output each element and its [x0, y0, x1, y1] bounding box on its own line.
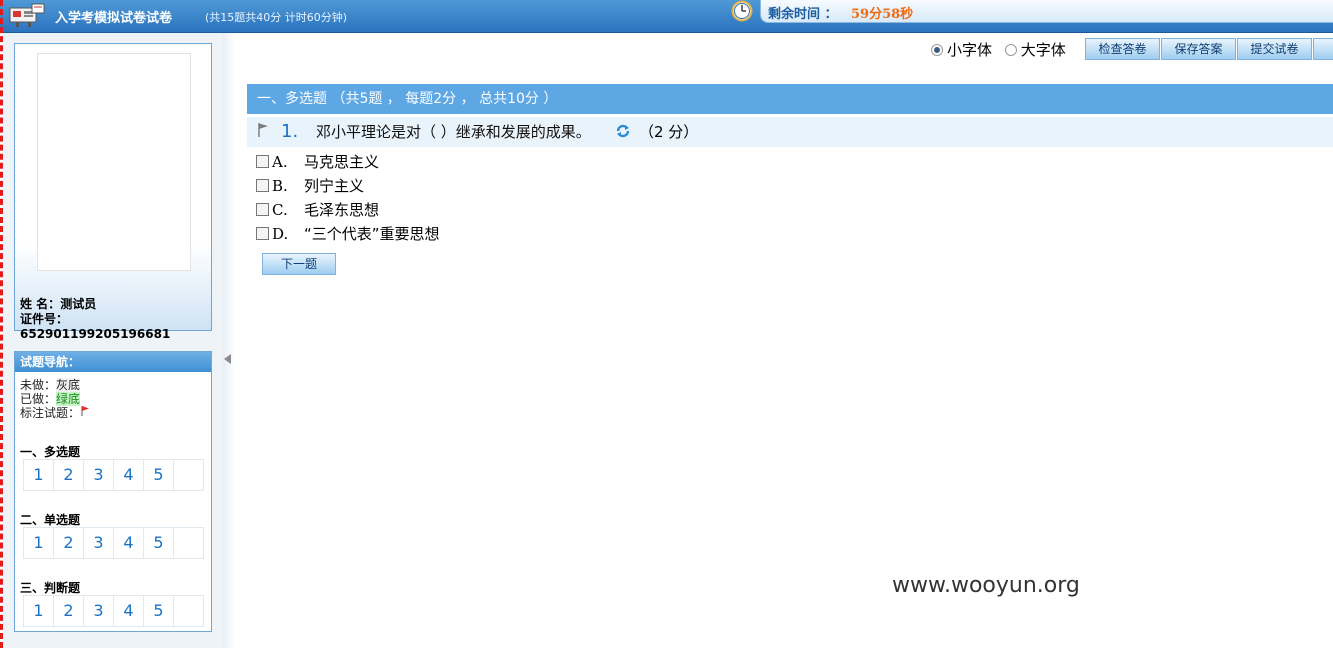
option-text: 马克思主义 — [304, 153, 380, 171]
small-font-radio[interactable] — [931, 43, 943, 56]
nav-question-2[interactable]: 2 — [53, 595, 84, 627]
candidate-id: 652901199205196681 — [20, 327, 171, 341]
watermark: www.wooyun.org — [892, 573, 1080, 598]
check-answers-button[interactable]: 检查答卷 — [1085, 38, 1160, 60]
timer-value: 59分58秒 — [851, 7, 914, 22]
option-key: A. — [272, 153, 288, 171]
nav-section-title: 一、多选题 — [20, 445, 81, 459]
navigator-legend: 未做：灰底 已做：绿底 标注试题： — [20, 378, 90, 420]
nav-question-1[interactable]: 1 — [23, 459, 54, 491]
question-score: （2 分） — [639, 123, 699, 141]
nav-grid-single: 1 2 3 4 5 — [23, 527, 204, 559]
candidate-card: 姓 名：测试员 证件号：652901199205196681 — [14, 43, 212, 341]
legend-done-value: 绿底 — [56, 392, 81, 406]
question-text: 邓小平理论是对（ ）继承和发展的成果。 — [316, 123, 591, 141]
sidebar-splitter[interactable] — [223, 33, 235, 648]
nav-empty-cell — [173, 459, 204, 491]
candidate-id-label: 证件号： — [20, 312, 69, 326]
nav-question-4[interactable]: 4 — [113, 595, 144, 627]
legend-flag-label: 标注试题： — [20, 406, 81, 420]
nav-grid-judge: 1 2 3 4 5 — [23, 595, 204, 627]
option-b[interactable]: B. 列宁主义 — [256, 176, 364, 196]
legend-done-label: 已做： — [20, 392, 57, 406]
app-header: 入学考模拟试卷试卷 (共15题共40分 计时60分钟) 剩余时间 ： 59分58… — [0, 0, 1333, 33]
small-font-label: 小字体 — [947, 41, 993, 59]
font-size-options: 小字体 大字体 — [931, 39, 1074, 61]
option-d[interactable]: D. “三个代表”重要思想 — [256, 224, 440, 244]
nav-grid-multi: 1 2 3 4 5 — [23, 459, 204, 491]
submit-exam-button[interactable]: 提交试卷 — [1237, 38, 1312, 60]
left-edge-marker — [0, 0, 3, 648]
option-key: B. — [272, 177, 288, 195]
legend-undone-label: 未做： — [20, 378, 57, 392]
nav-question-2[interactable]: 2 — [53, 527, 84, 559]
question-number: 1. — [281, 121, 299, 142]
nav-question-5[interactable]: 5 — [143, 595, 174, 627]
option-text: 毛泽东思想 — [304, 201, 380, 219]
large-font-label: 大字体 — [1020, 41, 1066, 59]
option-d-checkbox[interactable] — [256, 227, 269, 240]
navigator-title: 试题导航： — [15, 352, 211, 372]
nav-question-4[interactable]: 4 — [113, 527, 144, 559]
nav-question-5[interactable]: 5 — [143, 527, 174, 559]
exam-title: 入学考模拟试卷试卷 — [55, 11, 173, 26]
candidate-id-row: 证件号：652901199205196681 — [20, 310, 211, 341]
save-answers-button[interactable]: 保存答案 — [1161, 38, 1236, 60]
refresh-icon[interactable] — [615, 123, 631, 139]
small-font-option[interactable]: 小字体 — [931, 41, 992, 59]
nav-question-3[interactable]: 3 — [83, 459, 114, 491]
nav-empty-cell — [173, 527, 204, 559]
more-button[interactable] — [1313, 38, 1333, 60]
candidate-photo — [37, 53, 191, 271]
timer-label: 剩余时间 ： — [768, 7, 838, 22]
candidate-name: 测试员 — [60, 297, 97, 311]
candidate-name-label: 姓 名： — [20, 297, 61, 311]
sidebar: 姓 名：测试员 证件号：652901199205196681 试题导航： 未做：… — [3, 33, 223, 648]
legend-undone-value: 灰底 — [56, 378, 81, 392]
option-b-checkbox[interactable] — [256, 179, 269, 192]
option-text: 列宁主义 — [304, 177, 365, 195]
flag-question-icon[interactable] — [257, 123, 269, 137]
nav-question-1[interactable]: 1 — [23, 595, 54, 627]
option-c-checkbox[interactable] — [256, 203, 269, 216]
large-font-radio[interactable] — [1004, 43, 1017, 56]
option-c[interactable]: C. 毛泽东思想 — [256, 200, 379, 220]
nav-empty-cell — [173, 595, 204, 627]
option-key: C. — [272, 201, 288, 219]
nav-question-4[interactable]: 4 — [113, 459, 144, 491]
exam-logo-icon — [9, 3, 45, 27]
option-key: D. — [272, 225, 289, 243]
nav-question-5[interactable]: 5 — [143, 459, 174, 491]
next-question-button[interactable]: 下一题 — [262, 253, 336, 275]
nav-question-3[interactable]: 3 — [83, 595, 114, 627]
nav-question-1[interactable]: 1 — [23, 527, 54, 559]
flag-icon — [81, 406, 90, 416]
collapse-sidebar-icon[interactable] — [224, 354, 231, 364]
large-font-option[interactable]: 大字体 — [1004, 41, 1066, 59]
question-area: 小字体 大字体 检查答卷 保存答案 提交试卷 一、多选题 （共5题 ， 每题2分… — [235, 33, 1333, 648]
timer-panel: 剩余时间 ： 59分58秒 — [760, 0, 1333, 23]
clock-icon — [731, 0, 753, 22]
option-a[interactable]: A. 马克思主义 — [256, 152, 379, 172]
nav-section-title: 三、判断题 — [20, 581, 81, 595]
option-a-checkbox[interactable] — [256, 155, 269, 168]
nav-section-title: 二、单选题 — [20, 513, 81, 527]
option-text: “三个代表”重要思想 — [304, 225, 440, 243]
section-heading: 一、多选题 （共5题 ， 每题2分 ， 总共10分 ） — [247, 84, 1333, 114]
question-header: 1. 邓小平理论是对（ ）继承和发展的成果。 （2 分） — [247, 117, 1333, 147]
exam-meta: (共15题共40分 计时60分钟) — [205, 11, 348, 24]
nav-question-2[interactable]: 2 — [53, 459, 84, 491]
question-navigator: 试题导航： 未做：灰底 已做：绿底 标注试题： 一、多选题 1 2 3 4 5 … — [14, 351, 212, 632]
nav-question-3[interactable]: 3 — [83, 527, 114, 559]
